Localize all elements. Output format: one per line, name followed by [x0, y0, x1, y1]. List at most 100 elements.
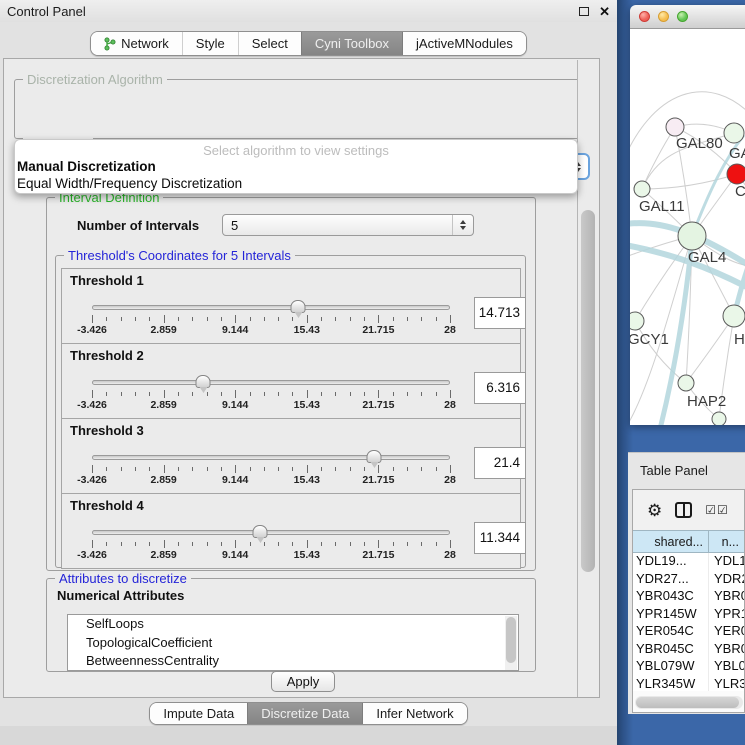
threshold-slider-track[interactable] [92, 380, 450, 385]
table-rows: YDL19...YDL1YDR27...YDR2YBR043CYBR0YPR14… [633, 553, 744, 691]
popup-item-manual-discretization[interactable]: Manual Discretization [15, 158, 577, 175]
close-icon[interactable]: ✕ [599, 5, 610, 18]
tab-impute-data-label: Impute Data [163, 706, 234, 721]
content-scroll-thumb[interactable] [581, 210, 595, 572]
tab-select[interactable]: Select [238, 32, 301, 55]
network-graph [630, 29, 745, 425]
network-node[interactable] [678, 222, 706, 250]
attribute-list-item[interactable]: SelfLoops [68, 615, 518, 634]
tab-discretize-data-label: Discretize Data [261, 706, 349, 721]
interval-definition-group: Interval Definition Number of Intervals … [46, 197, 536, 571]
discretization-algorithm-group: Discretization Algorithm [14, 79, 590, 139]
threshold-value-field[interactable]: 21.4 [474, 447, 526, 479]
table-row[interactable]: YBL079WYBL0 [633, 658, 744, 676]
network-node[interactable] [724, 123, 744, 143]
network-node[interactable] [727, 164, 745, 184]
table-cell-name: YBL0 [709, 658, 744, 676]
threshold-slider-track[interactable] [92, 305, 450, 310]
tab-network[interactable]: Network [91, 32, 182, 55]
threshold-slider-track[interactable] [92, 455, 450, 460]
threshold-label: Threshold 3 [70, 423, 144, 438]
bottom-tabgroup: Impute Data Discretize Data Infer Networ… [149, 702, 467, 725]
table-row[interactable]: YDL19...YDL1 [633, 553, 744, 571]
slider-tick-labels: -3.4262.8599.14415.4321.71528 [92, 474, 450, 486]
table-row[interactable]: YPR145WYPR1 [633, 606, 744, 624]
tab-impute-data[interactable]: Impute Data [150, 703, 247, 724]
threshold-slider-track[interactable] [92, 530, 450, 535]
number-of-intervals-combobox[interactable]: 5 [222, 214, 474, 236]
table-cell-name: YPR1 [709, 606, 744, 624]
table-cell-name: YBR0 [709, 588, 744, 606]
table-cell-name: YLR3 [709, 676, 744, 692]
gear-icon[interactable]: ⚙ [647, 502, 662, 519]
zoom-traffic-light-icon[interactable] [677, 11, 688, 22]
network-node[interactable] [666, 118, 684, 136]
threshold-slider-knob[interactable] [291, 300, 306, 313]
network-node[interactable] [630, 312, 644, 330]
checkbox-icons[interactable]: ☑☑ [705, 503, 729, 517]
tab-infer-network-label: Infer Network [376, 706, 453, 721]
threshold-label: Threshold 1 [70, 273, 144, 288]
table-cell-name: YBR0 [709, 641, 744, 659]
attribute-items: SelfLoopsTopologicalCoefficientBetweenne… [68, 615, 518, 671]
network-node[interactable] [634, 181, 650, 197]
threshold-slider-knob[interactable] [196, 375, 211, 388]
attribute-list-item[interactable]: BetweennessCentrality [68, 652, 518, 671]
tick-label: 21.715 [362, 399, 394, 411]
tick-label: 15.43 [294, 324, 320, 336]
tab-cyni-toolbox[interactable]: Cyni Toolbox [301, 32, 402, 55]
tab-discretize-data[interactable]: Discretize Data [247, 703, 362, 724]
threshold-value-field[interactable]: 6.316 [474, 372, 526, 404]
network-canvas[interactable]: GAL80GACGAL11GAL4GCY1HHAP2 [630, 29, 745, 425]
network-node[interactable] [723, 305, 745, 327]
attributes-group: Attributes to discretize Numerical Attri… [46, 578, 536, 672]
table-cell-name: YDL1 [709, 553, 744, 571]
float-window-icon[interactable] [579, 7, 589, 16]
threshold-value-field[interactable]: 11.344 [474, 522, 526, 554]
table-cell-shared-name: YPR145W [633, 606, 709, 624]
network-node[interactable] [678, 375, 694, 391]
attributes-list-scrollbar[interactable] [505, 616, 517, 670]
minimize-traffic-light-icon[interactable] [658, 11, 669, 22]
table-row[interactable]: YBR043CYBR0 [633, 588, 744, 606]
number-of-intervals-stepper-icon[interactable] [452, 215, 473, 235]
table-hscroll-thumb[interactable] [636, 697, 739, 708]
table-horizontal-scrollbar[interactable] [635, 696, 743, 709]
tick-label: -3.426 [77, 549, 107, 561]
control-panel-titlebar: Control Panel ✕ [0, 0, 617, 22]
network-node[interactable] [712, 412, 726, 425]
discretization-algorithm-title: Discretization Algorithm [23, 72, 167, 87]
tick-label: 2.859 [150, 399, 176, 411]
column-layout-icon[interactable] [675, 502, 692, 518]
threshold-slider-knob[interactable] [253, 525, 268, 538]
tick-label: 2.859 [150, 549, 176, 561]
popup-item-equal-width-frequency[interactable]: Equal Width/Frequency Discretization [15, 175, 577, 192]
table-row[interactable]: YLR345WYLR3 [633, 676, 744, 692]
table-header-row: shared... n... [633, 530, 744, 553]
close-traffic-light-icon[interactable] [639, 11, 650, 22]
table-panel-inner: ⚙ ☑☑ shared... n... YDL19...YDL1YDR27...… [632, 489, 745, 713]
numerical-attributes-list[interactable]: SelfLoopsTopologicalCoefficientBetweenne… [67, 614, 519, 671]
tab-style[interactable]: Style [182, 32, 238, 55]
attribute-list-item[interactable]: TopologicalCoefficient [68, 634, 518, 653]
column-header-name[interactable]: n... [709, 531, 744, 552]
apply-button[interactable]: Apply [271, 671, 335, 692]
tab-style-label: Style [196, 36, 225, 51]
threshold-slider-knob[interactable] [367, 450, 382, 463]
table-panel: Table Panel ⚙ ☑☑ shared... n... YDL19...… [628, 452, 745, 714]
table-row[interactable]: YBR045CYBR0 [633, 641, 744, 659]
column-header-shared-name[interactable]: shared... [633, 531, 709, 552]
tab-jactivemnodules[interactable]: jActiveMNodules [402, 32, 526, 55]
table-cell-name: YDR2 [709, 571, 744, 589]
tab-infer-network[interactable]: Infer Network [362, 703, 466, 724]
threshold-row: Threshold 1-3.4262.8599.14415.4321.71528… [61, 268, 521, 344]
attributes-list-scroll-thumb[interactable] [506, 617, 516, 663]
tick-label: -3.426 [77, 324, 107, 336]
tab-select-label: Select [252, 36, 288, 51]
tick-label: 9.144 [222, 549, 248, 561]
table-row[interactable]: YER054CYER0 [633, 623, 744, 641]
table-row[interactable]: YDR27...YDR2 [633, 571, 744, 589]
control-panel-title: Control Panel [7, 4, 579, 19]
tick-label: -3.426 [77, 399, 107, 411]
threshold-value-field[interactable]: 14.713 [474, 297, 526, 329]
